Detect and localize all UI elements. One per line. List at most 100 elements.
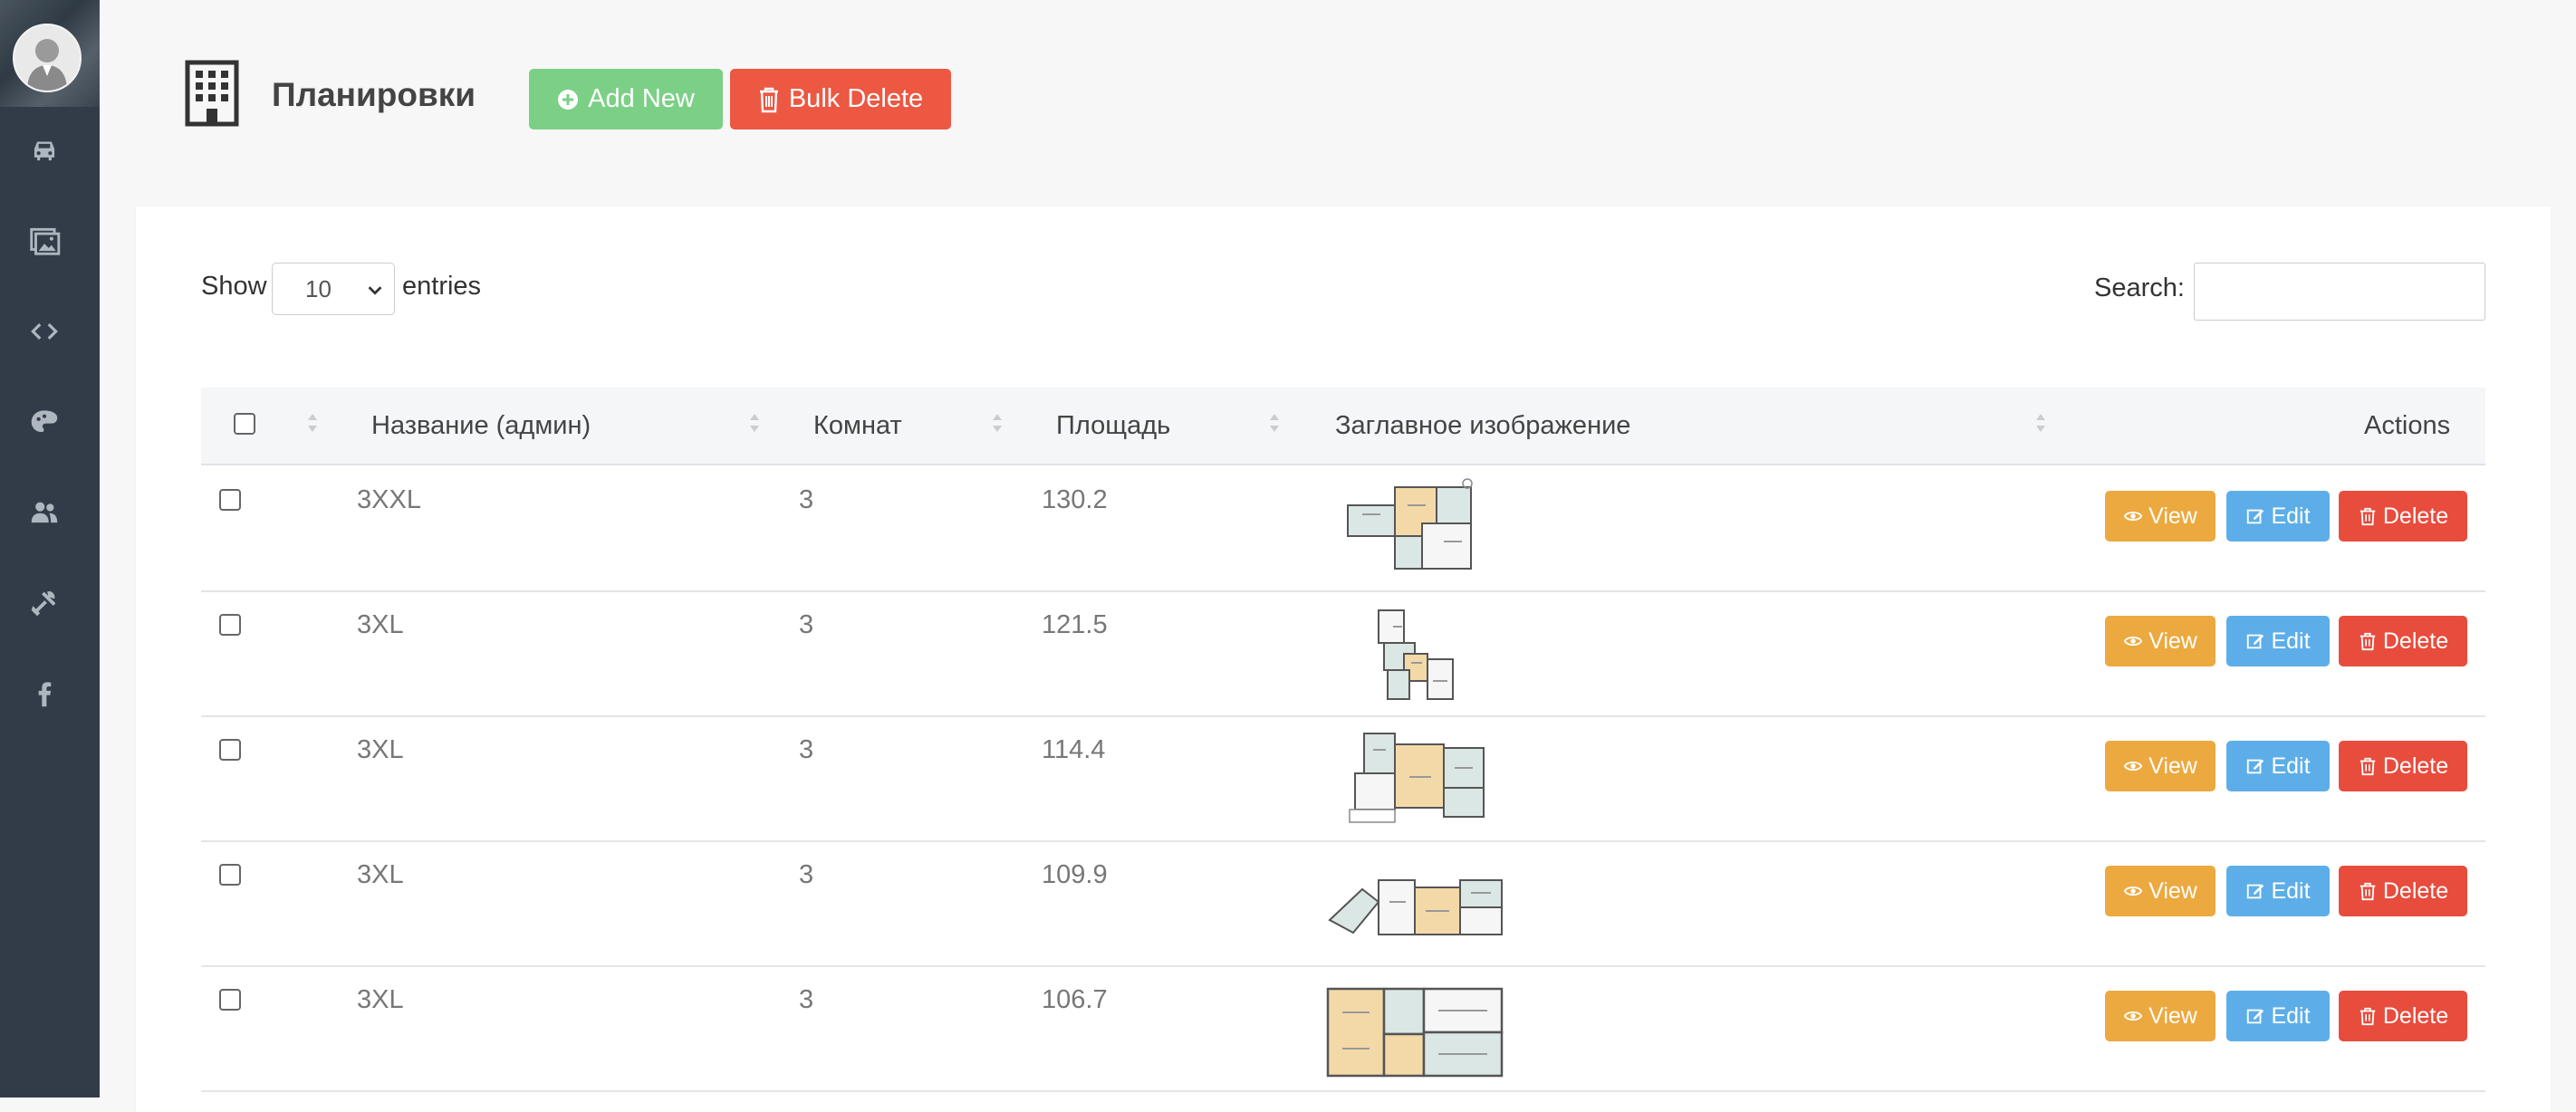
delete-button[interactable]: Delete (2339, 491, 2467, 542)
view-button[interactable]: View (2105, 491, 2216, 542)
row-checkbox[interactable] (219, 739, 241, 761)
floorplan-thumbnail[interactable] (1324, 985, 1505, 1079)
edit-icon (2247, 884, 2264, 899)
facebook-icon[interactable] (24, 674, 64, 714)
edit-label: Edit (2271, 628, 2311, 654)
tools-icon[interactable] (24, 583, 64, 623)
sort-icon[interactable] (306, 411, 319, 435)
edit-label: Edit (2271, 1002, 2311, 1029)
show-label: Show (201, 272, 267, 301)
sidebar-header (0, 0, 100, 107)
select-all-checkbox[interactable] (234, 413, 255, 435)
row-rooms: 3 (799, 610, 814, 639)
plus-circle-icon (558, 89, 579, 110)
edit-button[interactable]: Edit (2226, 741, 2330, 791)
col-image[interactable]: Заглавное изображение (1335, 411, 1630, 441)
floorplan-thumbnail[interactable] (1346, 732, 1487, 826)
eye-icon (2123, 886, 2143, 896)
row-rooms: 3 (799, 860, 814, 889)
users-icon[interactable] (24, 493, 64, 532)
images-icon[interactable] (24, 221, 64, 261)
delete-button[interactable]: Delete (2339, 616, 2467, 666)
search-label: Search: (2094, 273, 2185, 302)
col-name[interactable]: Название (админ) (371, 411, 591, 441)
entries-label: entries (402, 272, 482, 301)
car-icon[interactable] (24, 130, 64, 170)
trash-icon (2360, 507, 2376, 526)
table-row: 3XL 3 114.4 View Edit Delete (201, 715, 2485, 842)
add-new-label: Add New (588, 84, 695, 113)
trash-icon (2360, 757, 2376, 776)
edit-icon (2247, 1009, 2264, 1024)
floorplan-thumbnail[interactable] (1344, 478, 1476, 570)
floorplan-thumbnail[interactable] (1375, 609, 1456, 703)
edit-icon (2247, 759, 2264, 774)
delete-label: Delete (2382, 628, 2449, 654)
trash-icon (2360, 882, 2376, 901)
floorplan-thumbnail[interactable] (1326, 875, 1505, 940)
bulk-delete-label: Bulk Delete (788, 84, 924, 113)
delete-button[interactable]: Delete (2339, 741, 2467, 791)
entries-select[interactable]: 10 (272, 263, 395, 315)
row-checkbox[interactable] (219, 614, 241, 636)
edit-label: Edit (2271, 877, 2311, 904)
table-row: 3XL 3 109.9 View Edit Delete (201, 840, 2485, 967)
view-label: View (2148, 877, 2197, 904)
col-area[interactable]: Площадь (1056, 411, 1170, 441)
col-actions: Actions (2364, 411, 2451, 440)
trash-icon (2360, 1007, 2376, 1026)
edit-label: Edit (2271, 753, 2311, 779)
avatar[interactable] (13, 24, 82, 92)
building-icon (185, 60, 239, 127)
delete-label: Delete (2382, 503, 2449, 529)
edit-button[interactable]: Edit (2226, 616, 2330, 666)
add-new-button[interactable]: Add New (529, 69, 723, 129)
bulk-delete-button[interactable]: Bulk Delete (730, 69, 951, 129)
view-button[interactable]: View (2105, 866, 2216, 916)
edit-icon (2247, 509, 2264, 524)
trash-icon (759, 87, 778, 112)
row-area: 109.9 (1042, 860, 1108, 889)
table-row: 3XL 3 106.7 View Edit Delete (201, 965, 2485, 1092)
row-name: 3XL (357, 985, 404, 1014)
table-row: 3XL 3 121.5 View Edit Delete (201, 590, 2485, 717)
sort-icon[interactable] (1268, 411, 1281, 435)
view-button[interactable]: View (2105, 991, 2216, 1041)
delete-button[interactable]: Delete (2339, 866, 2467, 916)
view-button[interactable]: View (2105, 616, 2216, 666)
row-area: 121.5 (1042, 610, 1108, 639)
row-area: 106.7 (1042, 985, 1108, 1014)
col-rooms[interactable]: Комнат (813, 411, 902, 441)
row-name: 3XL (357, 610, 404, 639)
sort-icon[interactable] (748, 411, 761, 435)
edit-button[interactable]: Edit (2226, 866, 2330, 916)
row-checkbox[interactable] (219, 989, 241, 1011)
row-rooms: 3 (799, 735, 814, 764)
delete-label: Delete (2382, 1002, 2449, 1029)
palette-icon[interactable] (24, 402, 64, 442)
sidebar (0, 0, 100, 1098)
eye-icon (2123, 1011, 2143, 1021)
edit-label: Edit (2271, 503, 2311, 529)
sort-icon[interactable] (991, 411, 1004, 435)
delete-label: Delete (2382, 753, 2449, 779)
delete-label: Delete (2382, 877, 2449, 904)
row-checkbox[interactable] (219, 489, 241, 511)
edit-icon (2247, 634, 2264, 649)
edit-button[interactable]: Edit (2226, 491, 2330, 542)
view-label: View (2148, 503, 2197, 529)
view-button[interactable]: View (2105, 741, 2216, 791)
entries-value: 10 (305, 274, 332, 302)
sort-icon[interactable] (2034, 411, 2047, 435)
trash-icon (2360, 632, 2376, 651)
row-name: 3XXL (357, 485, 421, 514)
view-label: View (2148, 628, 2197, 654)
code-icon[interactable] (24, 312, 64, 351)
delete-button[interactable]: Delete (2339, 991, 2467, 1041)
user-silhouette-icon (14, 25, 80, 91)
search-input[interactable] (2194, 263, 2485, 321)
row-checkbox[interactable] (219, 864, 241, 886)
eye-icon (2123, 761, 2143, 772)
table-header: Название (админ) Комнат Площадь Заглавно… (201, 388, 2485, 465)
edit-button[interactable]: Edit (2226, 991, 2330, 1041)
